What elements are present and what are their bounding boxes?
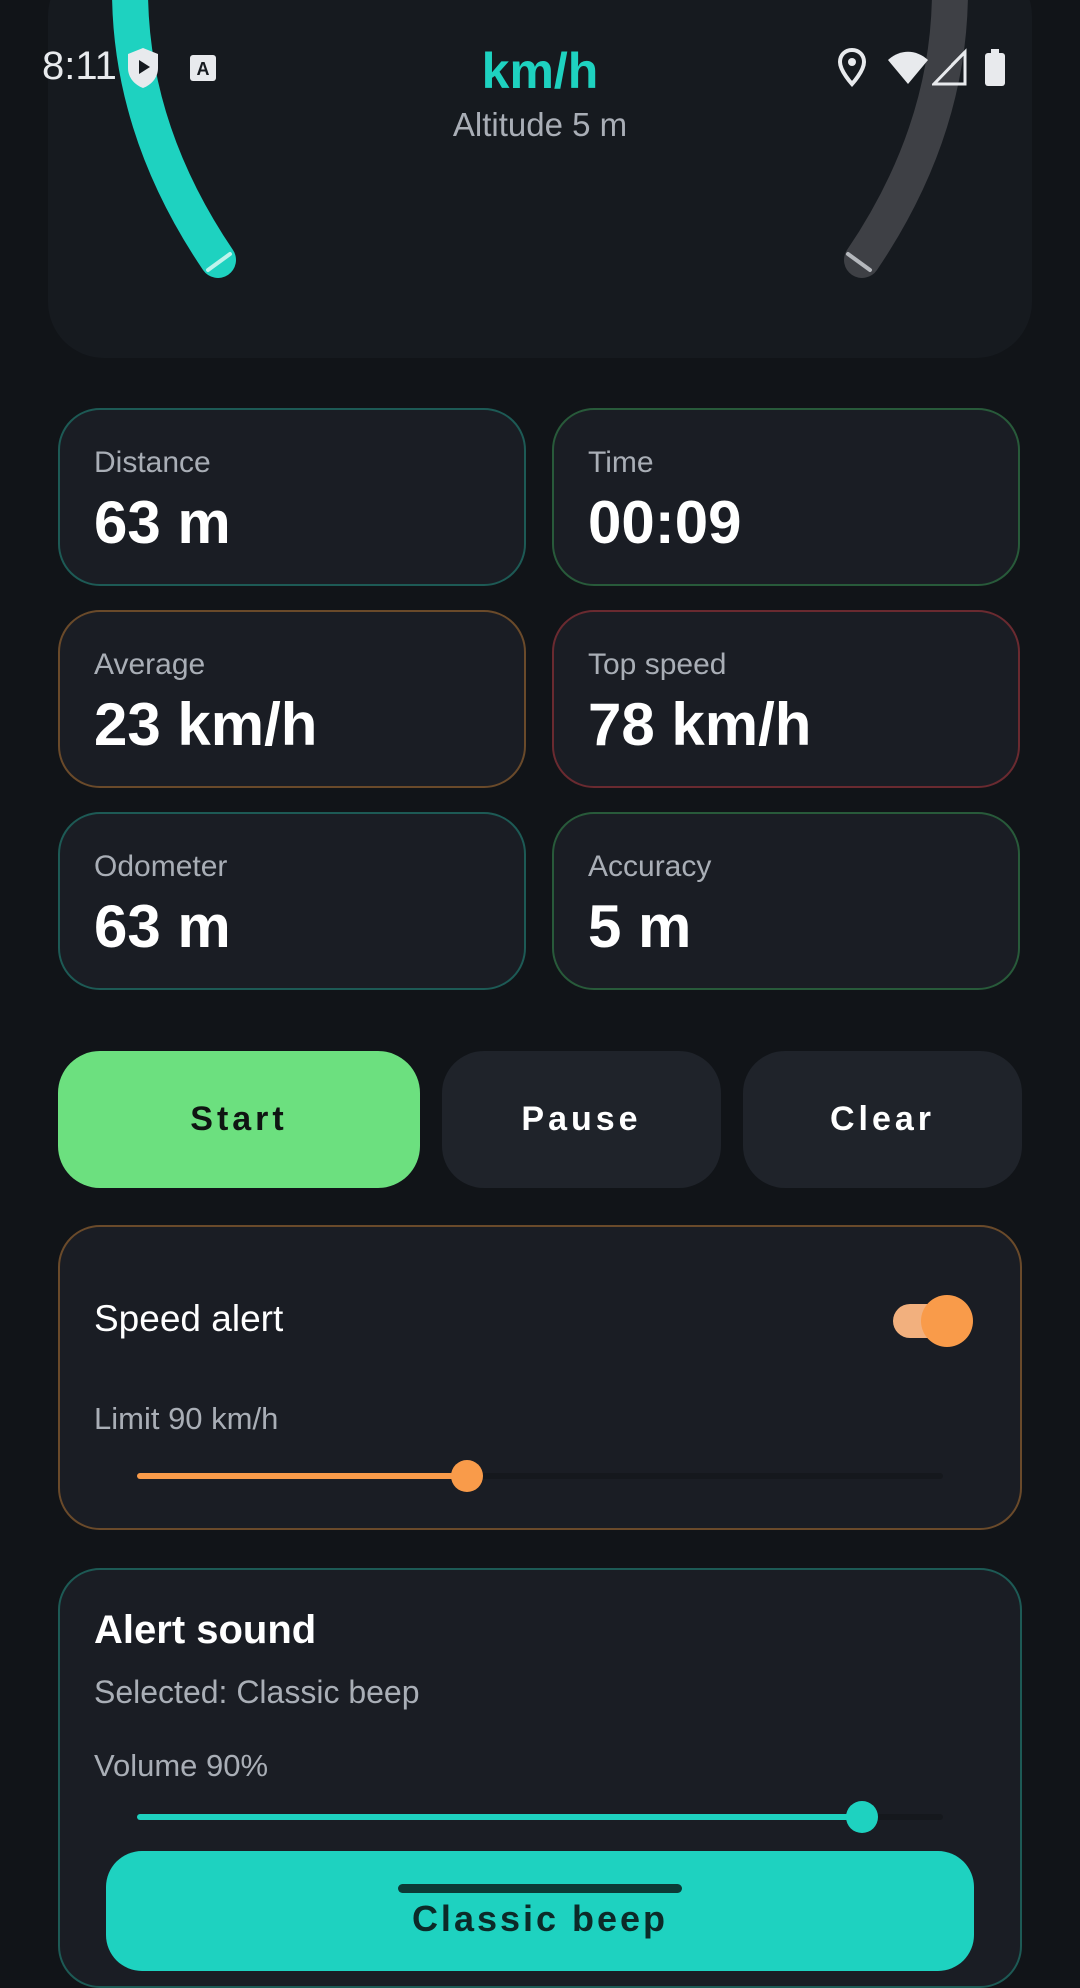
stat-label: Odometer bbox=[94, 850, 228, 883]
location-icon bbox=[837, 47, 867, 87]
altitude-readout: Altitude 5 m bbox=[452, 106, 628, 143]
sound-select-label: Classic beep bbox=[411, 1898, 669, 1939]
stat-value: 5 m bbox=[588, 893, 692, 960]
speed-alert-title: Speed alert bbox=[94, 1298, 284, 1339]
start-button[interactable]: Start bbox=[58, 1051, 420, 1188]
stat-accuracy: Accuracy 5 m bbox=[552, 812, 1020, 990]
alert-sound-selected: Selected: Classic beep bbox=[94, 1674, 420, 1710]
stat-label: Time bbox=[588, 446, 654, 479]
speed-limit-slider-fill bbox=[137, 1473, 468, 1479]
volume-slider-fill bbox=[137, 1814, 863, 1820]
volume-label: Volume 90% bbox=[94, 1748, 269, 1783]
stat-label: Accuracy bbox=[588, 850, 712, 883]
stat-value: 23 km/h bbox=[94, 691, 318, 758]
battery-icon bbox=[985, 49, 1005, 86]
stat-label: Average bbox=[94, 648, 206, 681]
clear-button[interactable]: Clear bbox=[743, 1051, 1022, 1188]
stat-top-speed: Top speed 78 km/h bbox=[552, 610, 1020, 788]
alert-sound-title: Alert sound bbox=[94, 1608, 317, 1652]
speed-limit-label: Limit 90 km/h bbox=[94, 1401, 279, 1436]
stat-label: Distance bbox=[94, 446, 211, 479]
stat-value: 00:09 bbox=[588, 489, 742, 556]
speed-alert-toggle-thumb[interactable] bbox=[921, 1295, 973, 1347]
stat-value: 63 m bbox=[94, 893, 231, 960]
stat-distance: Distance 63 m bbox=[58, 408, 526, 586]
stat-odometer: Odometer 63 m bbox=[58, 812, 526, 990]
stat-value: 63 m bbox=[94, 489, 231, 556]
sheet-drag-handle[interactable] bbox=[398, 1884, 682, 1893]
wifi-icon bbox=[888, 51, 928, 84]
speed-alert-card bbox=[58, 1225, 1022, 1530]
cell-signal-icon bbox=[932, 48, 967, 86]
stat-label: Top speed bbox=[588, 648, 727, 681]
pause-button[interactable]: Pause bbox=[442, 1051, 721, 1188]
stat-average: Average 23 km/h bbox=[58, 610, 526, 788]
stat-value: 78 km/h bbox=[588, 691, 812, 758]
stat-time: Time 00:09 bbox=[552, 408, 1020, 586]
